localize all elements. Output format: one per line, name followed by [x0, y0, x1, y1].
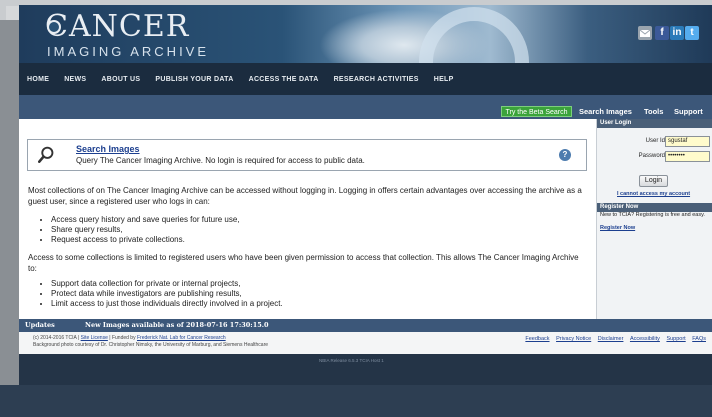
- password-input[interactable]: ••••••••: [665, 151, 710, 162]
- frame-shadow-bottom: [0, 385, 712, 417]
- restricted-benefits-list: Support data collection for private or i…: [43, 279, 583, 309]
- list-item: Protect data while investigators are pub…: [51, 289, 583, 299]
- site-license-link[interactable]: Site License: [81, 335, 108, 341]
- user-id-row: User Id sgustaf: [597, 136, 712, 148]
- nav-about-us[interactable]: ABOUT US: [101, 76, 140, 83]
- nav-news[interactable]: NEWS: [64, 76, 86, 83]
- nav-publish-your-data[interactable]: PUBLISH YOUR DATA: [155, 76, 233, 83]
- nav-help[interactable]: HELP: [434, 76, 454, 83]
- release-text: NBIA Release 6.5.3 TCIA Host 1: [319, 358, 384, 363]
- facebook-icon[interactable]: f: [655, 26, 669, 40]
- logo-eye-icon: [47, 20, 61, 34]
- list-item: Request access to private collections.: [51, 235, 583, 245]
- footer-credits: (c) 2014-2016 TCIA | Site License | Fund…: [33, 335, 268, 348]
- magnifier-icon: [38, 146, 54, 163]
- top-navigation: HOME NEWS ABOUT US PUBLISH YOUR DATA ACC…: [19, 63, 712, 95]
- search-images-link[interactable]: Search Images: [76, 144, 140, 154]
- register-now-link[interactable]: Register Now: [600, 225, 635, 231]
- site-footer: (c) 2014-2016 TCIA | Site License | Fund…: [19, 332, 712, 354]
- restricted-paragraph: Access to some collections is limited to…: [28, 253, 579, 273]
- user-login-header: User Login: [597, 119, 712, 128]
- footer-link-accessibility[interactable]: Accessibility: [630, 336, 660, 342]
- login-button[interactable]: Login: [639, 175, 668, 187]
- funded-by-text: | Funded by: [109, 335, 136, 341]
- copyright-text: (c) 2014-2016 TCIA |: [33, 335, 80, 341]
- beta-search-button[interactable]: Try the Beta Search: [501, 106, 572, 117]
- site-header: CANCER IMAGING ARCHIVE f in t: [19, 5, 712, 63]
- subnav-search-images[interactable]: Search Images: [579, 106, 632, 117]
- cannot-access-link[interactable]: I cannot access my account: [617, 191, 690, 197]
- help-icon[interactable]: ?: [559, 149, 571, 161]
- list-item: Support data collection for private or i…: [51, 279, 583, 289]
- footer-link-disclaimer[interactable]: Disclaimer: [598, 336, 624, 342]
- footer-links: Feedback Privacy Notice Disclaimer Acces…: [520, 336, 706, 342]
- register-header: Register Now: [597, 203, 712, 212]
- subnav-support[interactable]: Support: [674, 106, 703, 117]
- list-item: Access query history and save queries fo…: [51, 215, 583, 225]
- footer-link-support[interactable]: Support: [666, 336, 685, 342]
- browser-page: CANCER IMAGING ARCHIVE f in t HOME NEWS …: [19, 5, 712, 385]
- search-images-panel: Search Images Query The Cancer Imaging A…: [27, 139, 587, 171]
- nav-access-the-data[interactable]: ACCESS THE DATA: [249, 76, 319, 83]
- footer-link-feedback[interactable]: Feedback: [525, 336, 549, 342]
- photo-credit: Background photo courtesy of Dr. Christo…: [33, 341, 269, 348]
- footer-link-privacy[interactable]: Privacy Notice: [556, 336, 591, 342]
- logo-title[interactable]: CANCER: [45, 12, 189, 42]
- linkedin-icon[interactable]: in: [670, 26, 684, 40]
- user-id-label: User Id: [645, 138, 665, 144]
- search-images-description: Query The Cancer Imaging Archive. No log…: [76, 156, 365, 165]
- funder-link[interactable]: Frederick Nat. Lab for Cancer Research: [137, 335, 226, 341]
- user-id-input[interactable]: sgustaf: [665, 136, 710, 147]
- updates-label: Updates: [25, 321, 55, 329]
- nav-home[interactable]: HOME: [27, 76, 49, 83]
- updates-text: New Images available as of 2018-07-16 17…: [85, 321, 269, 329]
- list-item: Limit access to just those individuals d…: [51, 299, 583, 309]
- twitter-icon[interactable]: t: [685, 26, 699, 40]
- login-benefits-list: Access query history and save queries fo…: [43, 215, 583, 245]
- main-content: Search Images Query The Cancer Imaging A…: [19, 119, 596, 319]
- updates-bar: Updates New Images available as of 2018-…: [19, 319, 712, 332]
- footer-link-faqs[interactable]: FAQs: [692, 336, 706, 342]
- mail-icon[interactable]: [638, 26, 652, 40]
- password-label: Password: [638, 153, 665, 159]
- password-row: Password ••••••••: [597, 151, 712, 163]
- logo-subtitle[interactable]: IMAGING ARCHIVE: [47, 44, 209, 59]
- nav-research-activities[interactable]: RESEARCH ACTIVITIES: [334, 76, 419, 83]
- register-text: New to TCIA? Registering is free and eas…: [600, 212, 705, 218]
- list-item: Share query results,: [51, 225, 583, 235]
- release-bar: NBIA Release 6.5.3 TCIA Host 1: [19, 354, 712, 385]
- subnav-tools[interactable]: Tools: [644, 106, 663, 117]
- login-sidebar: User Login User Id sgustaf Password ••••…: [596, 119, 712, 319]
- intro-paragraph: Most collections of on The Cancer Imagin…: [28, 186, 582, 206]
